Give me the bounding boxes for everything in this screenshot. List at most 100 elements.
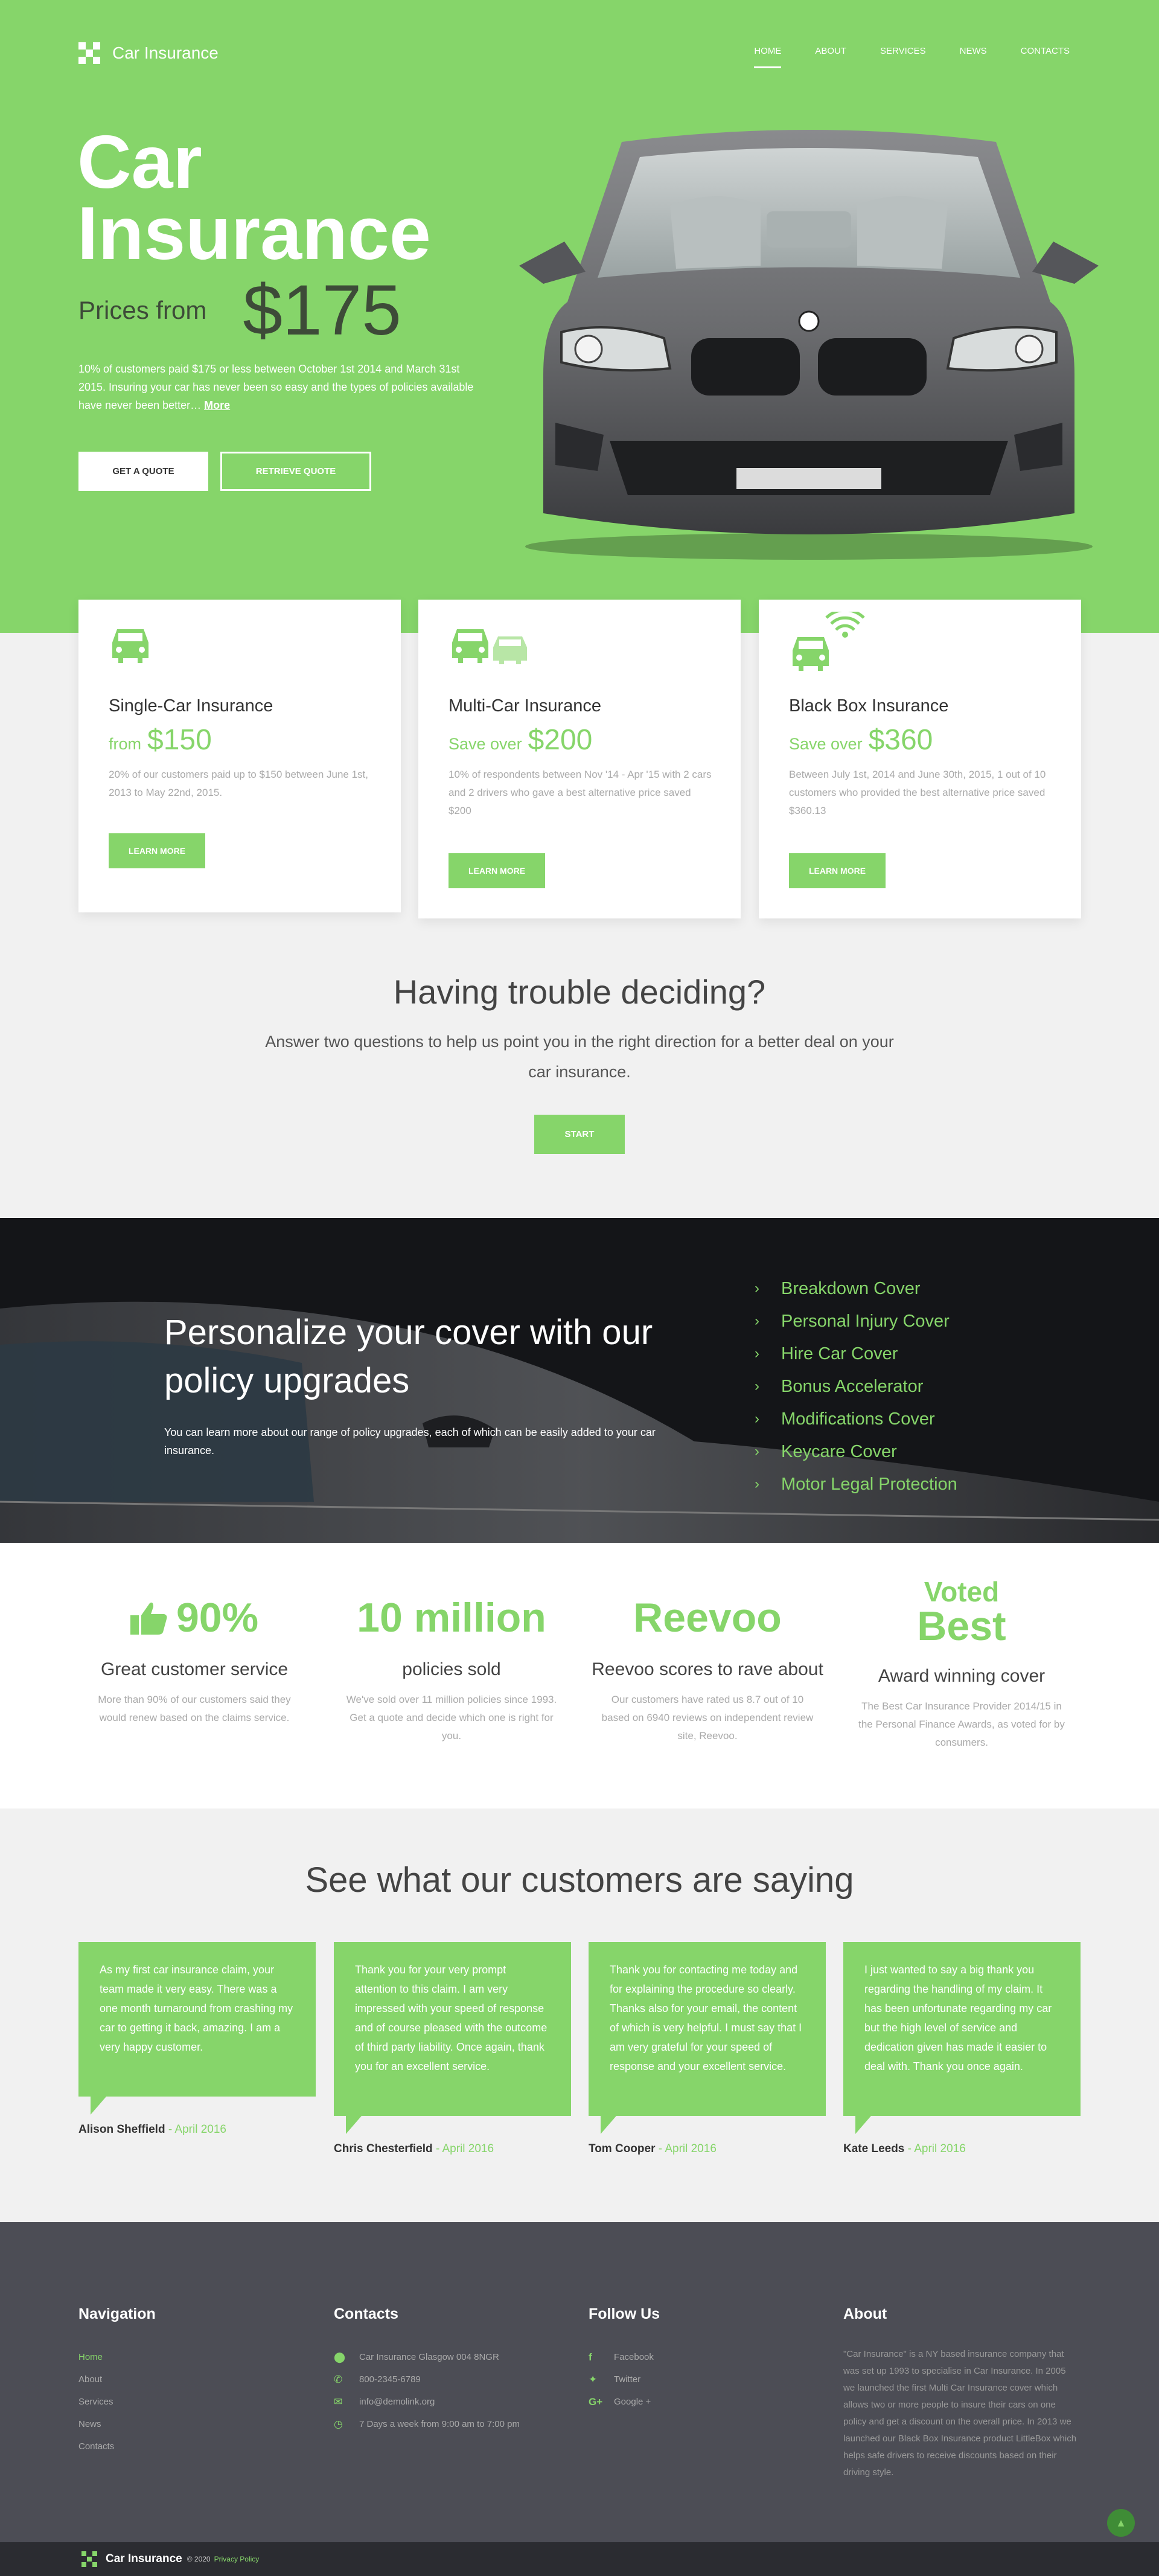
testimonials-title: See what our customers are saying (305, 1860, 854, 1900)
author-date-value: April 2016 (665, 2142, 717, 2155)
card-title: Single-Car Insurance (109, 696, 273, 716)
upgrades-list: › Breakdown Cover › Personal Injury Cover … (755, 1272, 957, 1501)
card-price: Save over $360 (789, 723, 933, 757)
chevron-right-icon: › (755, 1378, 759, 1394)
chevron-up-icon: ▲ (1116, 2516, 1126, 2529)
hero-title-line2: Insurance (77, 192, 431, 275)
upgrade-label: Personal Injury Cover (781, 1311, 950, 1331)
testimonial-author: Tom Cooper - April 2016 (589, 2142, 717, 2156)
card-multi-car: Multi-Car Insurance Save over $200 10% o… (418, 600, 741, 918)
social-facebook[interactable]: f Facebook (589, 2346, 660, 2368)
footer-contacts: Contacts ⬤ Car Insurance Glasgow 004 8NGR… (334, 2305, 520, 2435)
upgrade-label: Breakdown Cover (781, 1278, 921, 1298)
footer-link-contacts[interactable]: Contacts (78, 2435, 156, 2458)
author-date: - April 2016 (658, 2142, 717, 2155)
multi-car-icon (452, 629, 527, 664)
map-pin-icon: ⬤ (334, 2351, 346, 2363)
card-price-value: $200 (528, 724, 593, 756)
contact-phone[interactable]: ✆ 800-2345-6789 (334, 2368, 520, 2391)
footer-link-services[interactable]: Services (78, 2391, 156, 2413)
card-price-value: $150 (147, 724, 212, 756)
upgrades-section: Personalize your cover with our policy u… (0, 1218, 1159, 1543)
testimonial-author: Chris Chesterfield - April 2016 (334, 2142, 494, 2156)
facebook-icon: f (589, 2351, 592, 2363)
stat-text: The Best Car Insurance Provider 2014/15 … (858, 1700, 1065, 1748)
author-date-value: April 2016 (174, 2123, 226, 2136)
more-link[interactable]: More (204, 399, 230, 411)
card-price-label: from (109, 735, 141, 753)
brand-name: Car Insurance (112, 43, 219, 62)
chevron-right-icon: › (755, 1476, 759, 1492)
stats-section: 90% Great customer service More than 90%… (0, 1543, 1159, 1809)
card-text: Between July 1st, 2014 and June 30th, 20… (789, 769, 1046, 816)
footer-link-news[interactable]: News (78, 2413, 156, 2435)
chevron-right-icon: › (755, 1280, 759, 1296)
contact-address: ⬤ Car Insurance Glasgow 004 8NGR (334, 2346, 520, 2368)
car-icon (112, 629, 148, 663)
author-date: - April 2016 (435, 2142, 494, 2155)
upgrade-item[interactable]: › Breakdown Cover (755, 1272, 957, 1305)
contact-hours: ◷ 7 Days a week from 9:00 am to 7:00 pm (334, 2413, 520, 2435)
learn-more-button[interactable]: Learn more (449, 853, 545, 888)
footer-link-about[interactable]: About (78, 2368, 156, 2391)
contact-email[interactable]: ✉ info@demolink.org (334, 2391, 520, 2413)
chevron-right-icon: › (755, 1411, 759, 1427)
social-label: Twitter (614, 2374, 641, 2385)
nav-item-about[interactable]: About (815, 46, 846, 68)
footer-heading: Navigation (78, 2305, 156, 2322)
upgrade-item[interactable]: › Personal Injury Cover (755, 1305, 957, 1338)
author-name: Chris Chesterfield (334, 2142, 433, 2155)
logo-icon (78, 42, 100, 64)
hero-title: Car Insurance (77, 125, 536, 275)
nav-item-home[interactable]: Home (754, 46, 782, 68)
upgrade-item[interactable]: › Keycare Cover (755, 1435, 957, 1468)
scroll-to-top-button[interactable]: ▲ (1107, 2509, 1135, 2537)
decide-title: Having trouble deciding? (393, 973, 766, 1011)
author-name: Alison Sheffield (78, 2123, 165, 2136)
footer-navigation: Navigation Home About Services News Cont… (78, 2305, 156, 2458)
stat-text: More than 90% of our customers said they… (98, 1694, 291, 1723)
retrieve-quote-button[interactable]: Retrieve quote (220, 452, 371, 491)
upgrade-item[interactable]: › Bonus Accelerator (755, 1370, 957, 1403)
social-label: Facebook (614, 2352, 654, 2362)
footer-heading: Follow Us (589, 2305, 660, 2322)
upgrade-item[interactable]: › Motor Legal Protection (755, 1468, 957, 1501)
upgrade-item[interactable]: › Hire Car Cover (755, 1338, 957, 1370)
start-button[interactable]: Start (534, 1115, 625, 1154)
testimonial-bubble: Thank you for contacting me today and fo… (589, 1942, 826, 2134)
hero-description: 10% of customers paid $175 or less betwe… (78, 363, 474, 411)
google-plus-icon: G+ (589, 2396, 603, 2408)
card-price-label: Save over (789, 735, 863, 753)
upgrade-item[interactable]: › Modifications Cover (755, 1403, 957, 1435)
logo[interactable]: Car Insurance (78, 42, 219, 64)
chevron-right-icon: › (755, 1443, 759, 1459)
car-image (519, 130, 1099, 560)
learn-more-button[interactable]: Learn more (109, 833, 205, 868)
price-label: Prices from (78, 296, 207, 324)
upgrade-label: Modifications Cover (781, 1409, 935, 1429)
card-single-car: Single-Car Insurance from $150 20% of ou… (78, 600, 401, 912)
stat-value: 10 million (357, 1595, 546, 1641)
card-text: 20% of our customers paid up to $150 bet… (109, 769, 368, 798)
testimonial-bubble: Thank you for your very prompt attention… (334, 1942, 571, 2134)
stat-item: Reevoo Reevoo scores to rave about Our c… (587, 1543, 828, 1745)
social-twitter[interactable]: ✦ Twitter (589, 2368, 660, 2391)
social-google-plus[interactable]: G+ Google + (589, 2391, 660, 2413)
contact-text: info@demolink.org (359, 2397, 435, 2407)
black-box-car-icon (793, 612, 865, 671)
nav-item-news[interactable]: News (960, 46, 987, 68)
twitter-icon: ✦ (589, 2374, 598, 2385)
testimonial-bubble: I just wanted to say a big thank you reg… (843, 1942, 1081, 2134)
get-quote-button[interactable]: Get a quote (78, 452, 208, 491)
card-price: from $150 (109, 723, 212, 757)
about-text: "Car Insurance" is a NY based insurance … (843, 2349, 1077, 2478)
privacy-policy-link[interactable]: Privacy Policy (214, 2555, 260, 2563)
author-date: - April 2016 (168, 2123, 226, 2136)
stat-text: Our customers have rated us 8.7 out of 1… (601, 1694, 814, 1741)
learn-more-button[interactable]: Learn more (789, 853, 886, 888)
footer-link-home[interactable]: Home (78, 2346, 156, 2368)
nav-item-contacts[interactable]: Contacts (1021, 46, 1070, 68)
decide-text: Answer two questions to help us point yo… (265, 1033, 894, 1081)
nav-item-services[interactable]: Services (880, 46, 926, 68)
upgrade-label: Bonus Accelerator (781, 1376, 924, 1396)
